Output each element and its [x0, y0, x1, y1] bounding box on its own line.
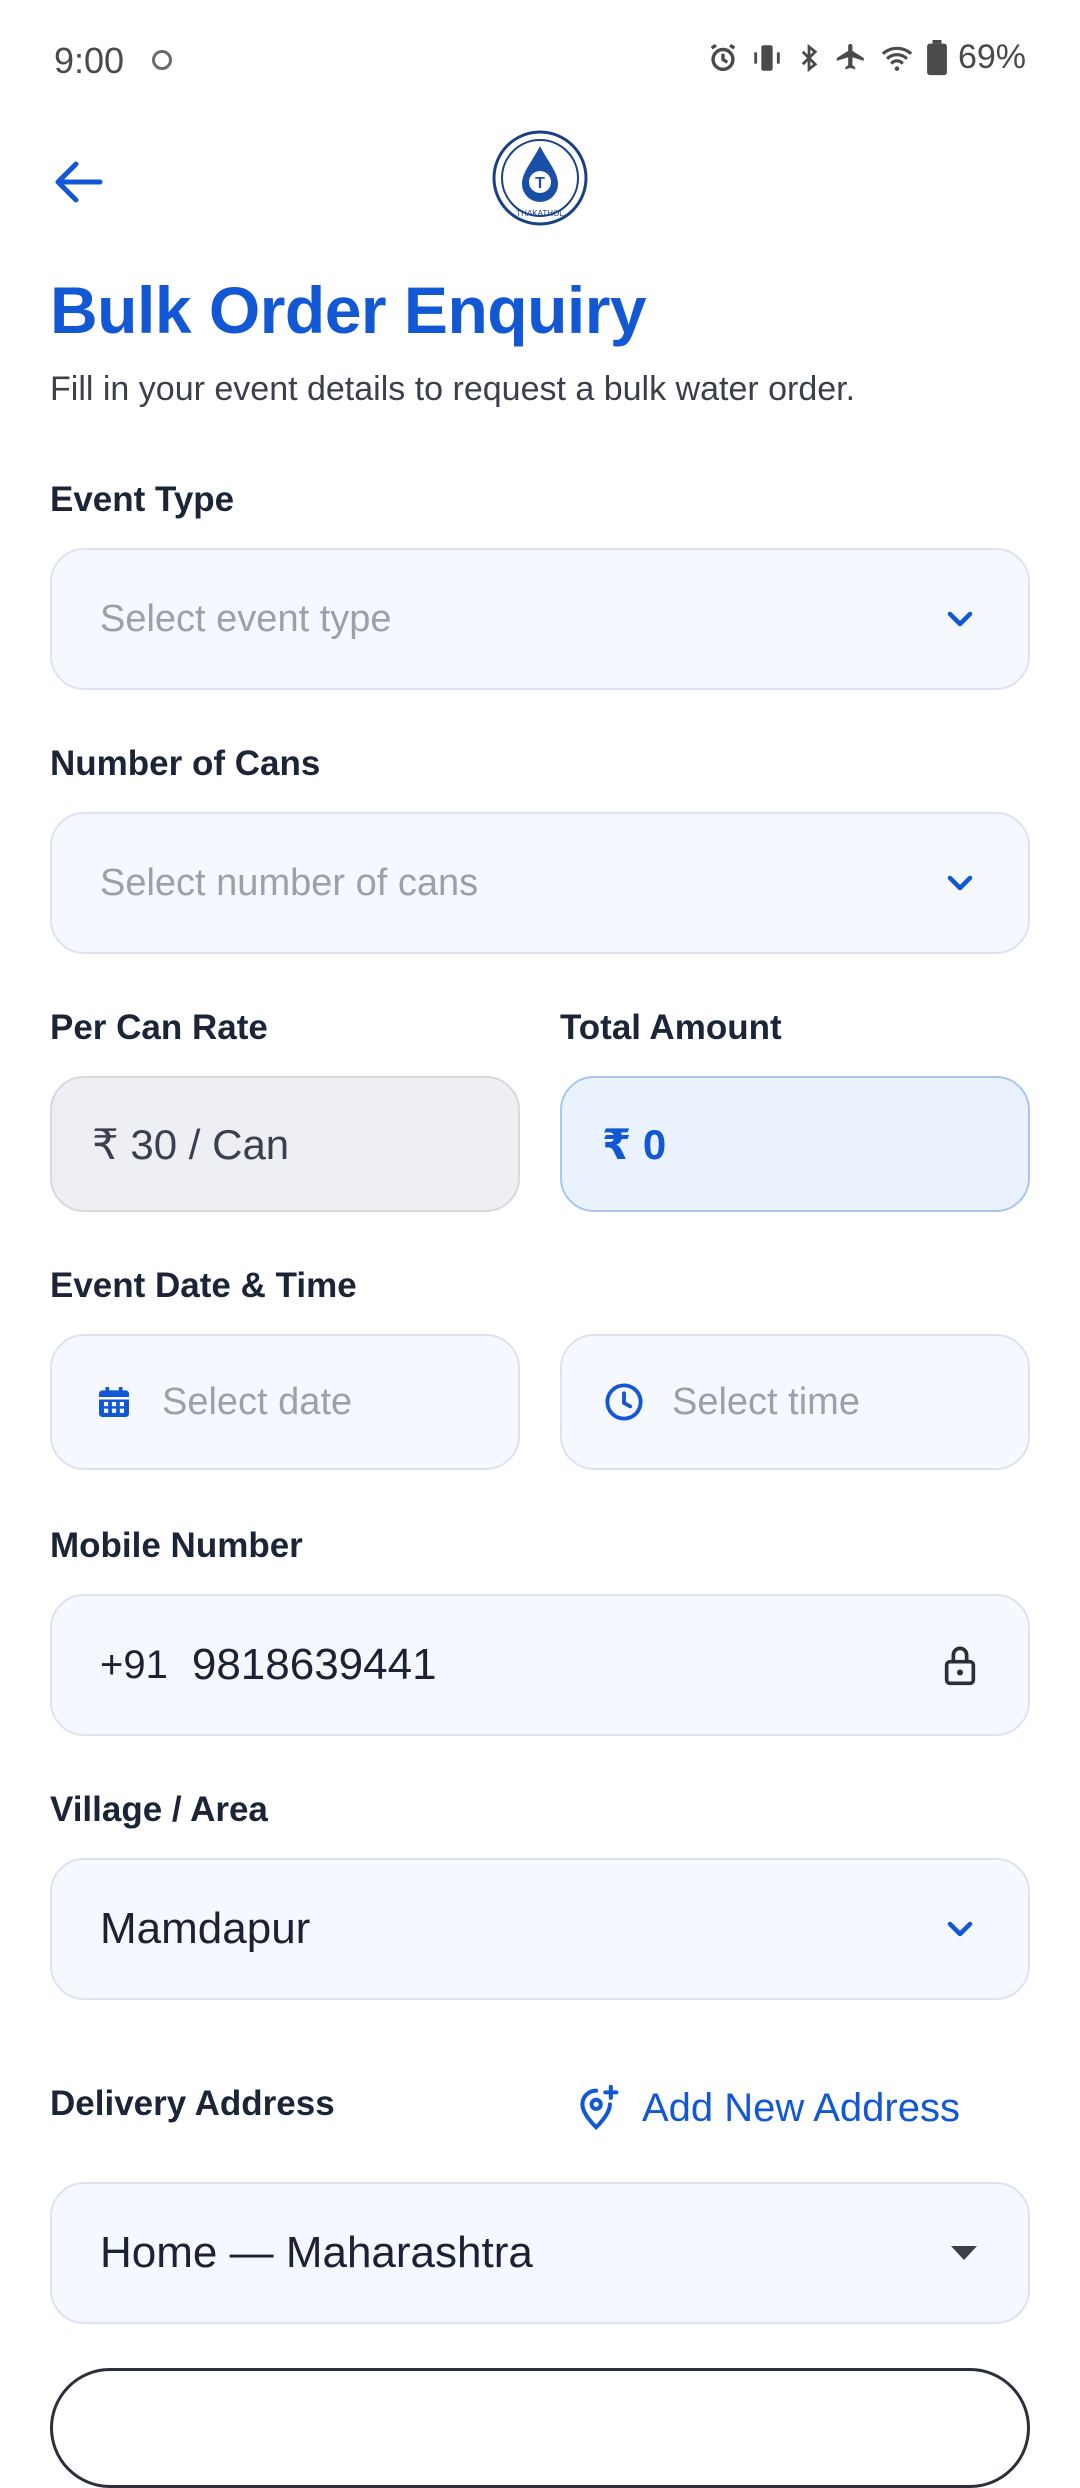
- add-new-address-button[interactable]: Add New Address: [576, 2084, 960, 2132]
- vibrate-icon: [754, 44, 780, 71]
- calendar-icon: [99, 1387, 129, 1417]
- per-can-rate-value: ₹ 30 / Can: [92, 1120, 290, 1168]
- page-subtitle: Fill in your event details to request a …: [50, 370, 856, 408]
- lock-icon: [944, 1646, 976, 1686]
- battery-percent: 69%: [957, 38, 1026, 76]
- total-amount-field: ₹ 0: [560, 1076, 1030, 1212]
- chevron-down-icon: [947, 1921, 973, 1937]
- brand-logo: T THAKATHOL: [492, 130, 588, 226]
- chevron-down-icon: [947, 875, 973, 891]
- svg-text:T: T: [535, 175, 545, 192]
- bottom-action-button[interactable]: [50, 2368, 1030, 2488]
- event-type-placeholder: Select event type: [100, 597, 392, 640]
- date-picker[interactable]: Select date: [50, 1334, 520, 1470]
- time-placeholder: Select time: [672, 1380, 860, 1423]
- dropdown-triangle-icon: [951, 2246, 977, 2260]
- chevron-down-icon: [947, 611, 973, 627]
- delivery-address-label: Delivery Address: [50, 2084, 335, 2123]
- mobile-number-field: +91 9818639441: [50, 1594, 1030, 1736]
- date-placeholder: Select date: [162, 1380, 353, 1423]
- clock-icon: [605, 1383, 643, 1421]
- delivery-address-value: Home — Maharashtra: [100, 2228, 533, 2277]
- total-amount-value: ₹ 0: [602, 1120, 667, 1168]
- per-can-rate-field: ₹ 30 / Can: [50, 1076, 520, 1212]
- time-picker[interactable]: Select time: [560, 1334, 1030, 1470]
- village-label: Village / Area: [50, 1790, 268, 1829]
- rate-label: Per Can Rate: [50, 1008, 268, 1047]
- add-new-address-label: Add New Address: [642, 2085, 960, 2130]
- delivery-address-select[interactable]: Home — Maharashtra: [50, 2182, 1030, 2324]
- cans-label: Number of Cans: [50, 744, 321, 783]
- cans-placeholder: Select number of cans: [100, 861, 479, 904]
- arrow-left-icon: [55, 161, 103, 203]
- bluetooth-icon: [801, 43, 818, 72]
- airplane-icon: [836, 43, 864, 69]
- status-time: 9:00: [54, 40, 125, 81]
- add-location-icon: [580, 2084, 619, 2131]
- cans-select[interactable]: Select number of cans: [50, 812, 1030, 954]
- village-value: Mamdapur: [100, 1904, 311, 1953]
- alarm-icon: [710, 43, 736, 71]
- mobile-number-value: 9818639441: [191, 1640, 437, 1689]
- country-code: +91: [100, 1642, 168, 1687]
- page-title: Bulk Order Enquiry: [50, 273, 647, 347]
- village-select[interactable]: Mamdapur: [50, 1858, 1030, 2000]
- svg-text:THAKATHOL: THAKATHOL: [516, 209, 564, 218]
- mobile-label: Mobile Number: [50, 1526, 303, 1565]
- status-icons: 69%: [706, 38, 1026, 77]
- event-type-select[interactable]: Select event type: [50, 548, 1030, 690]
- notification-icon: [152, 50, 172, 70]
- datetime-label: Event Date & Time: [50, 1266, 357, 1305]
- event-type-label: Event Type: [50, 480, 235, 519]
- wifi-icon: [881, 46, 913, 71]
- back-button[interactable]: [46, 150, 110, 214]
- battery-icon: [927, 39, 947, 75]
- total-label: Total Amount: [560, 1008, 782, 1047]
